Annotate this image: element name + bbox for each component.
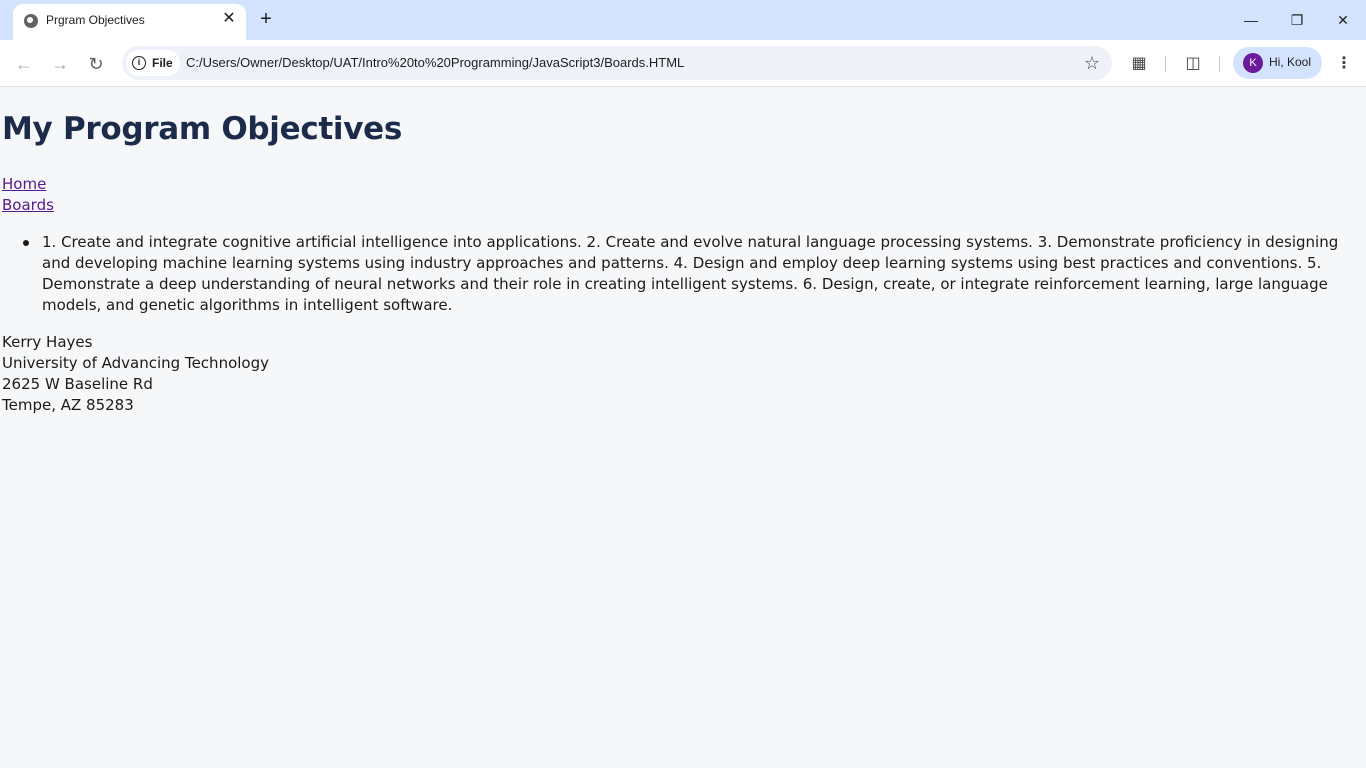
site-info-chip[interactable]: i File — [126, 50, 180, 76]
profile-button[interactable]: K Hi, Kool — [1233, 47, 1322, 79]
tab-strip: Prgram Objectives ✕ + — ❐ ✕ — [0, 0, 1366, 40]
restore-icon[interactable]: ❐ — [1285, 8, 1309, 32]
minimize-icon[interactable]: — — [1239, 8, 1263, 32]
url-text[interactable]: C:/Users/Owner/Desktop/UAT/Intro%20to%20… — [186, 55, 684, 70]
reload-icon[interactable]: ↻ — [84, 52, 108, 76]
address-street: 2625 W Baseline Rd — [2, 375, 153, 393]
toolbar-divider — [1219, 56, 1220, 72]
toolbar-divider — [1165, 56, 1166, 72]
address-city: Tempe, AZ 85283 — [2, 396, 134, 414]
cast-icon[interactable]: ◫ — [1181, 52, 1205, 76]
star-icon[interactable]: ☆ — [1084, 52, 1100, 74]
new-tab-button[interactable]: + — [256, 9, 276, 29]
avatar: K — [1243, 53, 1263, 73]
info-icon: i — [132, 56, 146, 70]
page-content: My Program Objectives Home Boards 1. Cre… — [0, 87, 1366, 768]
extensions-icon[interactable]: ▦ — [1127, 52, 1151, 76]
tab-title: Prgram Objectives — [46, 13, 145, 27]
close-icon[interactable]: ✕ — [1331, 8, 1355, 32]
contact-address: Kerry Hayes University of Advancing Tech… — [2, 332, 269, 416]
browser-toolbar: ← → ↻ i File C:/Users/Owner/Desktop/UAT/… — [0, 40, 1366, 87]
browser-tab[interactable]: Prgram Objectives ✕ — [13, 4, 246, 40]
address-bar[interactable]: i File C:/Users/Owner/Desktop/UAT/Intro%… — [122, 46, 1112, 80]
page-title: My Program Objectives — [2, 111, 403, 147]
tab-close-button[interactable]: ✕ — [221, 11, 237, 27]
address-org: University of Advancing Technology — [2, 354, 269, 372]
profile-label: Hi, Kool — [1269, 55, 1312, 69]
nav-link-boards[interactable]: Boards — [2, 196, 54, 214]
globe-icon — [24, 14, 38, 28]
menu-icon[interactable]: ⋮ — [1334, 52, 1354, 76]
nav-link-home[interactable]: Home — [2, 175, 46, 193]
objectives-list-item: 1. Create and integrate cognitive artifi… — [23, 232, 1360, 316]
back-icon[interactable]: ← — [12, 52, 36, 76]
address-name: Kerry Hayes — [2, 333, 93, 351]
forward-icon[interactable]: → — [48, 52, 72, 76]
site-chip-label: File — [152, 56, 173, 70]
